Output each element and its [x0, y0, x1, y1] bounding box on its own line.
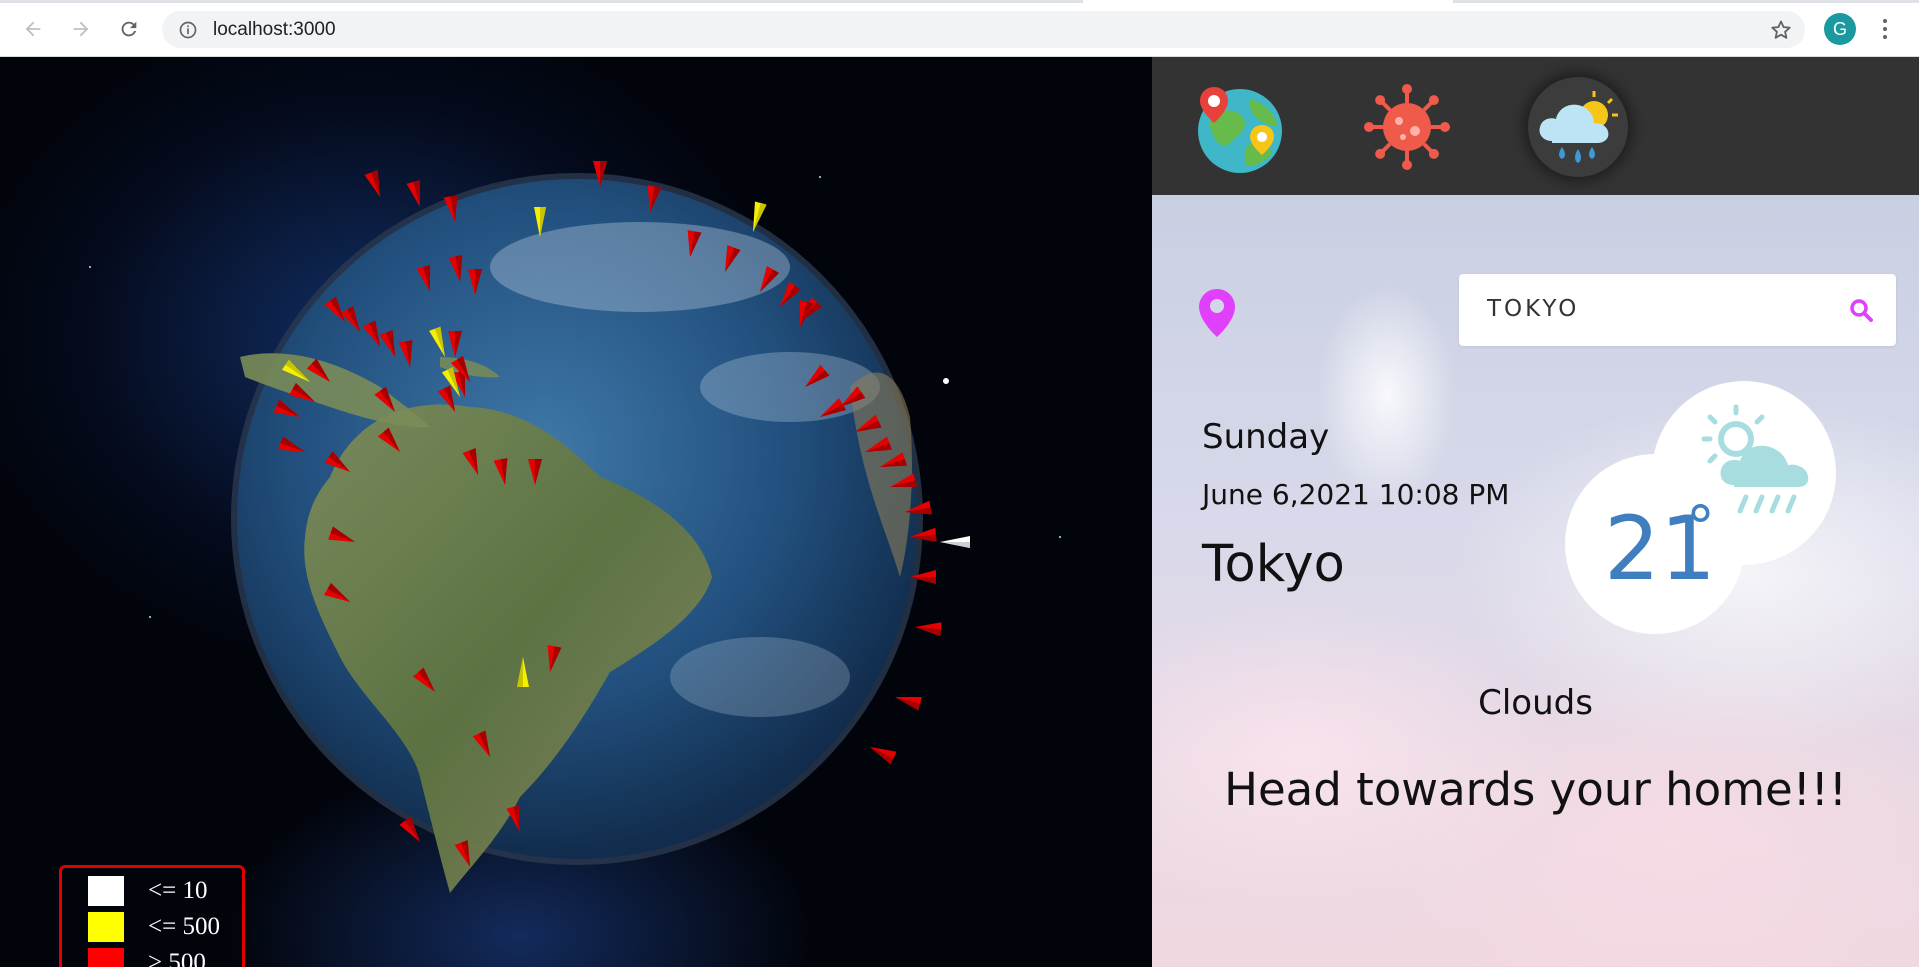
- weather-condition: Clouds: [1478, 683, 1593, 723]
- case-spike-white[interactable]: [940, 536, 970, 548]
- city-search-input[interactable]: [1487, 290, 1817, 328]
- star: [819, 176, 821, 178]
- case-spike-red[interactable]: [867, 740, 897, 765]
- nav-weather-button[interactable]: [1528, 77, 1628, 177]
- weather-panel: Sunday June 6,2021 10:08 PM Tokyo: [1152, 195, 1919, 967]
- forward-button[interactable]: [66, 14, 96, 44]
- globe-cloud: [670, 637, 850, 717]
- bookmark-star-icon[interactable]: [1769, 18, 1793, 47]
- case-spike-red[interactable]: [914, 620, 942, 637]
- site-info-icon[interactable]: [178, 20, 198, 45]
- globe-map-icon: [1198, 87, 1282, 173]
- globe-canvas[interactable]: [0, 57, 1152, 967]
- reload-icon: [121, 21, 137, 37]
- active-tab[interactable]: [1083, 0, 1453, 3]
- location-pin-icon[interactable]: [1197, 287, 1237, 344]
- nav-map-button[interactable]: [1190, 77, 1290, 177]
- legend-swatch-yellow: [88, 912, 124, 942]
- legend-row: <= 500: [88, 912, 248, 942]
- legend-label: > 500: [148, 949, 206, 967]
- globe-cloud: [490, 222, 790, 312]
- legend-row: <= 10: [88, 876, 248, 906]
- address-bar[interactable]: localhost:3000: [162, 11, 1805, 48]
- profile-avatar[interactable]: G: [1824, 13, 1856, 45]
- case-spike-red[interactable]: [893, 690, 922, 711]
- legend-label: <= 10: [148, 877, 208, 904]
- profile-initial: G: [1832, 18, 1847, 39]
- star: [943, 378, 949, 384]
- weather-city: Tokyo: [1202, 535, 1345, 594]
- browser-menu-icon[interactable]: [1875, 15, 1895, 43]
- browser-toolbar: localhost:3000 G: [0, 0, 1919, 57]
- app-navbar: [1152, 57, 1919, 195]
- star: [89, 266, 91, 268]
- degree-symbol: °: [1686, 493, 1715, 561]
- url-text[interactable]: localhost:3000: [213, 19, 336, 41]
- star: [149, 616, 151, 618]
- city-search-box: [1459, 274, 1896, 346]
- case-spike-red[interactable]: [364, 170, 387, 200]
- case-legend: <= 10 <= 500 > 500: [59, 865, 245, 967]
- search-icon[interactable]: [1848, 297, 1874, 328]
- forward-arrow-icon: [73, 21, 89, 37]
- back-button[interactable]: [18, 14, 48, 44]
- nav-covid-button[interactable]: [1357, 77, 1457, 177]
- legend-row: > 500: [88, 948, 248, 967]
- weather-datetime: June 6,2021 10:08 PM: [1202, 478, 1510, 511]
- legend-swatch-white: [88, 876, 124, 906]
- tab-strip: [0, 0, 1919, 3]
- reload-button[interactable]: [114, 14, 144, 44]
- virus-icon: [1364, 84, 1450, 170]
- weather-day: Sunday: [1202, 417, 1330, 457]
- star: [1059, 536, 1061, 538]
- weather-cloud-rain-icon: [1539, 91, 1618, 163]
- legend-label: <= 500: [148, 913, 220, 940]
- back-arrow-icon: [25, 21, 41, 37]
- weather-advice-message: Head towards your home!!!: [1224, 763, 1847, 816]
- case-spike-red[interactable]: [406, 180, 427, 209]
- globe-view[interactable]: <= 10 <= 500 > 500: [0, 57, 1152, 967]
- legend-swatch-red: [88, 948, 124, 967]
